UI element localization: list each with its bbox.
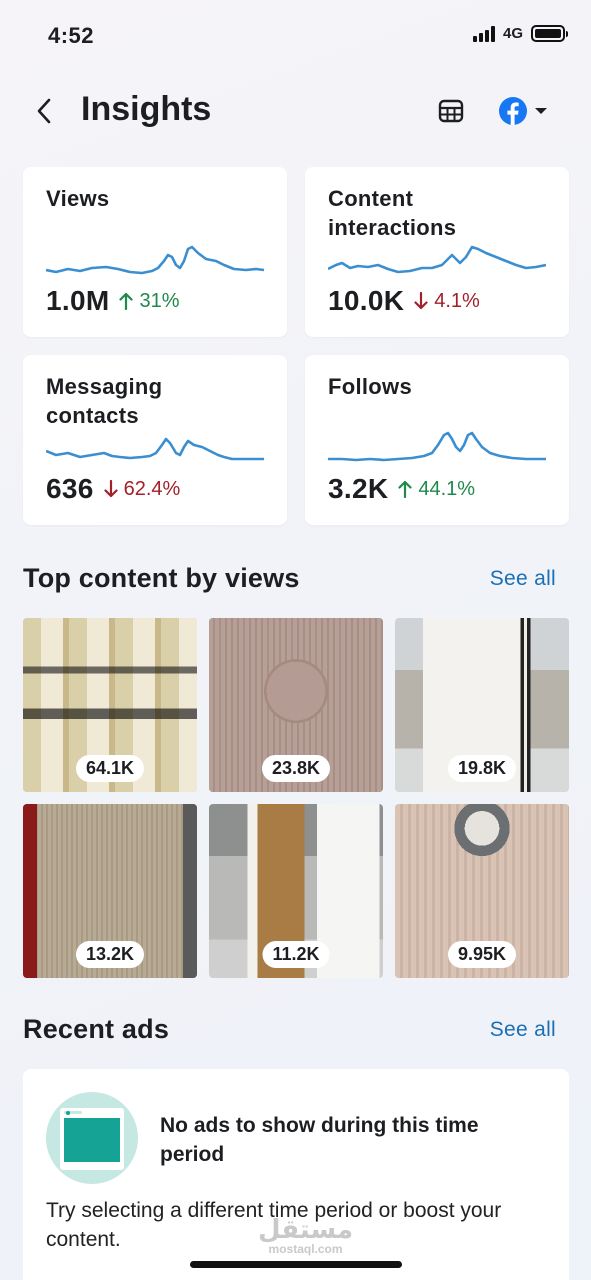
metric-change: 31%	[119, 290, 179, 313]
content-thumbnail[interactable]: 23.8K	[209, 618, 383, 792]
battery-icon	[531, 25, 568, 42]
recent-ads-header: Recent ads See all	[23, 1014, 556, 1045]
arrow-up-icon	[119, 292, 134, 310]
watermark: مستقل mostaql.com	[258, 1215, 354, 1256]
metric-card-content-interactions[interactable]: Content interactions 10.0K 4.1%	[305, 167, 569, 337]
metric-card-views[interactable]: Views 1.0M 31%	[23, 167, 287, 337]
status-indicators: 4G	[472, 25, 568, 42]
metric-change-value: 44.1%	[418, 477, 476, 500]
metric-value: 3.2K	[328, 473, 389, 504]
metric-card-follows[interactable]: Follows 3.2K 44.1%	[305, 355, 569, 525]
views-count: 23.8K	[261, 755, 331, 782]
metric-value-row: 3.2K 44.1%	[328, 473, 475, 505]
metric-title: Messaging contacts	[46, 374, 163, 428]
metric-value-row: 10.0K 4.1%	[328, 285, 480, 317]
metric-title: Views	[46, 186, 110, 211]
content-thumbnail[interactable]: 19.8K	[395, 618, 569, 792]
views-count: 11.2K	[262, 941, 330, 968]
content-thumbnail[interactable]: 64.1K	[23, 618, 197, 792]
top-content-header: Top content by views See all	[23, 563, 556, 594]
views-count: 9.95K	[447, 941, 517, 968]
home-indicator[interactable]	[190, 1261, 402, 1268]
watermark-latin: mostaql.com	[268, 1242, 343, 1256]
views-count: 13.2K	[75, 941, 145, 968]
network-type: 4G	[502, 25, 523, 42]
metric-card-messaging-contacts[interactable]: Messaging contacts 636 62.4%	[23, 355, 287, 525]
export-button[interactable]	[434, 94, 468, 128]
arrow-up-icon	[398, 480, 412, 498]
views-sparkline	[46, 245, 264, 275]
back-button[interactable]	[28, 94, 60, 128]
metric-change-value: 4.1%	[434, 289, 480, 312]
arrow-down-icon	[104, 480, 118, 498]
ad-illustration-icon	[46, 1092, 138, 1184]
export-table-icon	[438, 99, 464, 123]
section-title: Recent ads	[23, 1014, 170, 1044]
metric-value-row: 1.0M 31%	[46, 285, 179, 317]
metric-change: 62.4%	[104, 477, 181, 501]
status-time: 4:52	[48, 23, 95, 48]
arrow-down-icon	[414, 292, 428, 310]
status-bar: 4:52 4G	[0, 0, 591, 72]
views-count: 19.8K	[447, 755, 517, 782]
metric-change: 4.1%	[414, 290, 480, 313]
section-title: Top content by views	[23, 563, 300, 593]
metric-value: 636	[46, 473, 94, 504]
top-content-see-all-link[interactable]: See all	[490, 567, 556, 591]
metric-cards: Views 1.0M 31% Content interactions 10.0…	[23, 167, 569, 525]
top-content-grid: 64.1K 23.8K 19.8K 13.2K 11.2K 9.95K	[23, 618, 569, 978]
recent-ads-see-all-link[interactable]: See all	[490, 1018, 556, 1042]
follows-sparkline	[328, 431, 546, 462]
content-thumbnail[interactable]: 13.2K	[23, 804, 197, 978]
content-thumbnail[interactable]: 11.2K	[209, 804, 383, 978]
page-header: Insights	[0, 80, 591, 142]
page-title: Insights	[81, 90, 212, 128]
metric-title: Follows	[328, 374, 412, 399]
metric-title: Content interactions	[328, 186, 457, 240]
signal-icon	[472, 25, 495, 42]
messaging-contacts-sparkline	[46, 437, 264, 461]
empty-state-title: No ads to show during this time period	[160, 1114, 479, 1166]
content-interactions-sparkline	[328, 245, 546, 274]
metric-change-value: 31%	[139, 289, 180, 312]
metric-change-value: 62.4%	[123, 477, 181, 500]
metric-change: 44.1%	[398, 478, 475, 501]
metric-value-row: 636 62.4%	[46, 473, 180, 505]
content-thumbnail[interactable]: 9.95K	[395, 804, 569, 978]
chevron-down-icon	[535, 108, 547, 114]
back-icon	[37, 98, 51, 124]
metric-value: 10.0K	[328, 285, 405, 316]
views-count: 64.1K	[75, 755, 145, 782]
watermark-arabic: مستقل	[258, 1215, 354, 1245]
account-switcher[interactable]	[498, 94, 556, 128]
facebook-icon	[499, 97, 527, 125]
metric-value: 1.0M	[46, 285, 110, 316]
